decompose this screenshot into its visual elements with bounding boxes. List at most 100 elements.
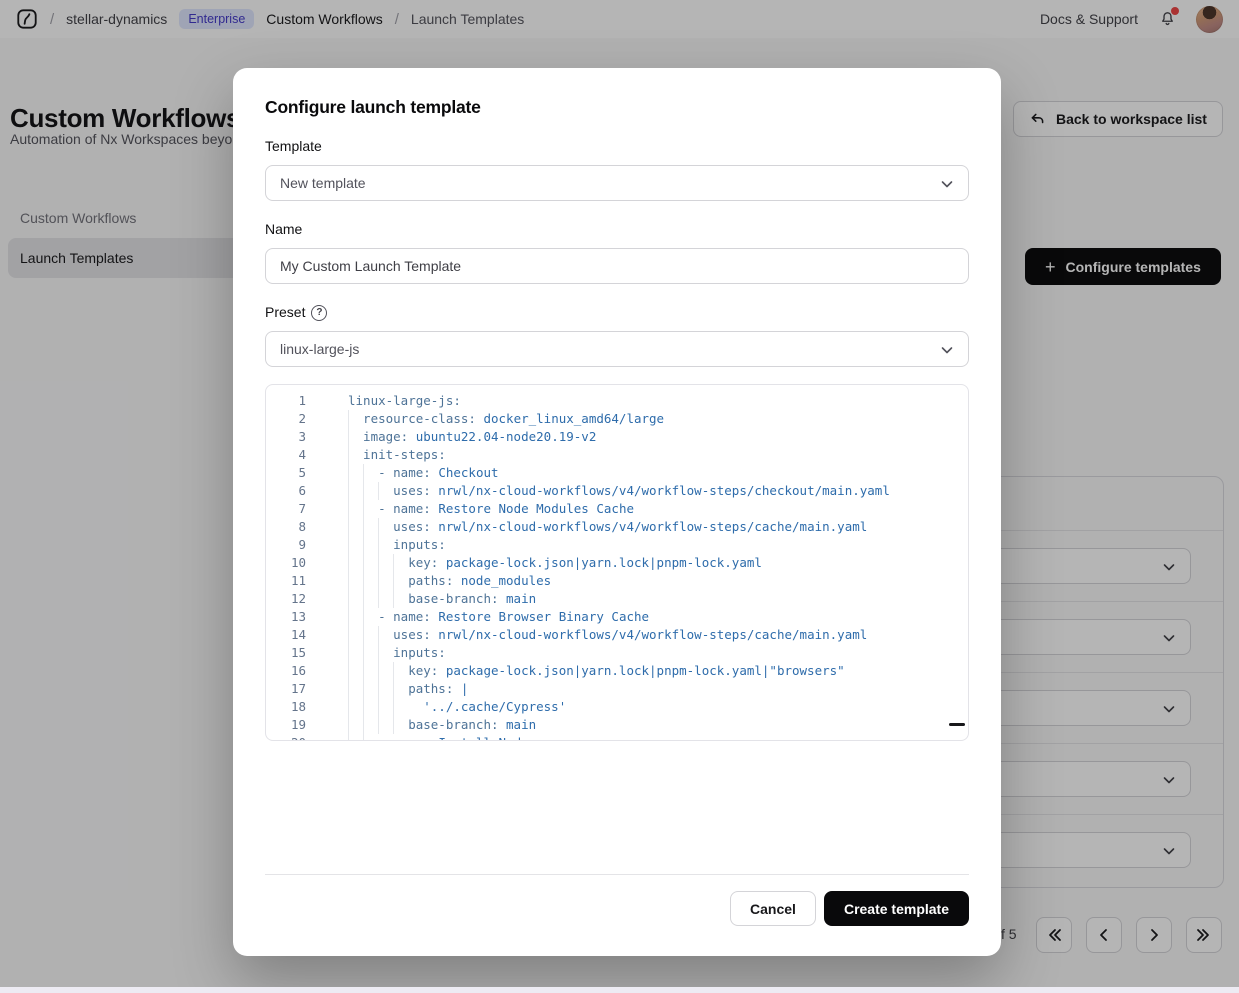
indent-guide [348, 410, 363, 428]
indent-guide [348, 572, 363, 590]
yaml-value: docker_linux_amd64/large [476, 411, 664, 426]
indent-guide [348, 716, 363, 734]
template-select[interactable]: New template [265, 165, 969, 201]
indent-guide [378, 626, 393, 644]
indent-guide [378, 680, 393, 698]
indent-guide [363, 482, 378, 500]
indent-guide [348, 518, 363, 536]
indent-guide [363, 698, 378, 716]
yaml-key: base-branch: [408, 717, 498, 732]
indent-guide [348, 536, 363, 554]
indent-guide [378, 590, 393, 608]
yaml-value: nrwl/nx-cloud-workflows/v4/workflow-step… [431, 627, 868, 642]
line-number: 19 [266, 716, 306, 734]
line-number: 7 [266, 500, 306, 518]
line-content: - name: Install Node [348, 734, 529, 741]
chevron-down-icon [940, 177, 954, 191]
template-select-value: New template [280, 175, 366, 191]
indent-guide [348, 500, 363, 518]
indent-guide [393, 698, 408, 716]
help-icon[interactable]: ? [311, 305, 327, 321]
line-content: uses: nrwl/nx-cloud-workflows/v4/workflo… [348, 482, 890, 500]
yaml-key: key: [408, 555, 438, 570]
indent-guide [348, 464, 363, 482]
line-number: 8 [266, 518, 306, 536]
yaml-value: | [453, 681, 468, 696]
yaml-value: Checkout [431, 465, 499, 480]
line-content: base-branch: main [348, 590, 536, 608]
line-content: paths: node_modules [348, 572, 551, 590]
yaml-key: image: [363, 429, 408, 444]
create-template-button[interactable]: Create template [824, 891, 969, 926]
indent-guide [393, 662, 408, 680]
indent-guide [393, 590, 408, 608]
indent-guide [378, 554, 393, 572]
modal-title: Configure launch template [265, 96, 969, 118]
name-label: Name [265, 221, 969, 238]
code-line: 12base-branch: main [266, 590, 968, 608]
line-content: key: package-lock.json|yarn.lock|pnpm-lo… [348, 554, 762, 572]
indent-guide [363, 518, 378, 536]
code-line: 7- name: Restore Node Modules Cache [266, 500, 968, 518]
code-line: 2 resource-class: docker_linux_amd64/larg… [266, 410, 968, 428]
line-number: 13 [266, 608, 306, 626]
indent-guide [393, 716, 408, 734]
code-line: 20- name: Install Node [266, 734, 968, 741]
line-content: paths: | [348, 680, 468, 698]
line-number: 5 [266, 464, 306, 482]
yaml-key: name: [393, 735, 431, 741]
indent-guide [378, 572, 393, 590]
modal-footer: Cancel Create template [265, 875, 969, 926]
line-content: linux-large-js: [348, 392, 461, 410]
name-input[interactable]: My Custom Launch Template [265, 248, 969, 284]
preset-label-row: Preset ? [265, 304, 969, 321]
line-number: 17 [266, 680, 306, 698]
indent-guide [348, 590, 363, 608]
indent-guide [363, 716, 378, 734]
preset-select[interactable]: linux-large-js [265, 331, 969, 367]
yaml-key: key: [408, 663, 438, 678]
yaml-value: Restore Node Modules Cache [431, 501, 634, 516]
yaml-key: resource-class: [363, 411, 476, 426]
yaml-dash: - [378, 609, 393, 624]
code-line: 14 uses: nrwl/nx-cloud-workflows/v4/workf… [266, 626, 968, 644]
indent-guide [363, 644, 378, 662]
yaml-key: inputs: [393, 645, 446, 660]
indent-guide [348, 734, 363, 741]
indent-guide [363, 680, 378, 698]
indent-guide [378, 482, 393, 500]
yaml-value: nrwl/nx-cloud-workflows/v4/workflow-step… [431, 519, 868, 534]
line-number: 6 [266, 482, 306, 500]
line-content: uses: nrwl/nx-cloud-workflows/v4/workflo… [348, 518, 867, 536]
code-line: 13- name: Restore Browser Binary Cache [266, 608, 968, 626]
indent-guide [393, 554, 408, 572]
yaml-key: uses: [393, 483, 431, 498]
indent-guide [348, 698, 363, 716]
line-content: base-branch: main [348, 716, 536, 734]
code-line: 6 uses: nrwl/nx-cloud-workflows/v4/workfl… [266, 482, 968, 500]
line-number: 1 [266, 392, 306, 410]
chevron-down-icon [940, 343, 954, 357]
yaml-key: inputs: [393, 537, 446, 552]
code-line: 18 '../.cache/Cypress' [266, 698, 968, 716]
line-number: 9 [266, 536, 306, 554]
line-number: 14 [266, 626, 306, 644]
yaml-code-editor[interactable]: 1 linux-large-js: 2 resource-class: docker_… [265, 384, 969, 741]
line-content: resource-class: docker_linux_amd64/large [348, 410, 664, 428]
line-content: uses: nrwl/nx-cloud-workflows/v4/workflo… [348, 626, 867, 644]
indent-guide [348, 446, 363, 464]
code-line: 17 paths: | [266, 680, 968, 698]
code-line: 1 linux-large-js: [266, 392, 968, 410]
yaml-key: uses: [393, 627, 431, 642]
code-line: 3image: ubuntu22.04-node20.19-v2 [266, 428, 968, 446]
indent-guide [363, 662, 378, 680]
indent-guide [378, 698, 393, 716]
cancel-button[interactable]: Cancel [730, 891, 816, 926]
indent-guide [348, 680, 363, 698]
code-line: 4init-steps: [266, 446, 968, 464]
editor-scrollbar-thumb[interactable] [949, 723, 965, 726]
yaml-key: base-branch: [408, 591, 498, 606]
indent-guide [348, 554, 363, 572]
yaml-value: package-lock.json|yarn.lock|pnpm-lock.ya… [438, 663, 844, 678]
line-number: 2 [266, 410, 306, 428]
